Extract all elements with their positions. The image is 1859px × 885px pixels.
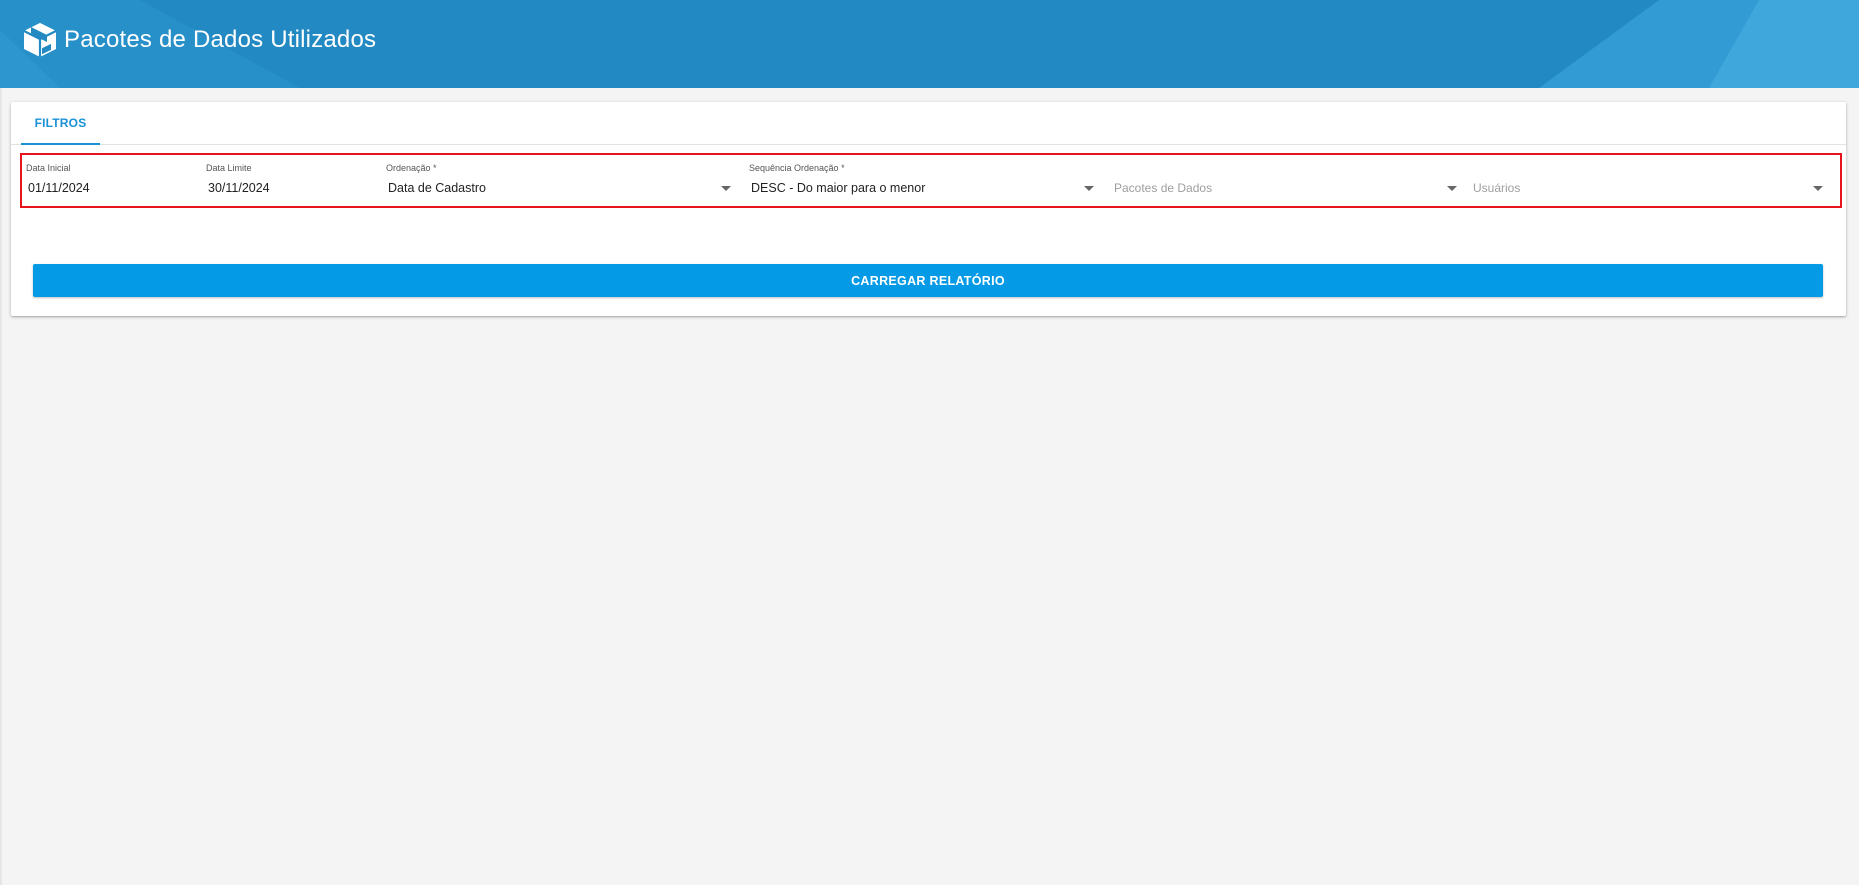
tab-filtros[interactable]: FILTROS <box>21 102 100 145</box>
tab-bar: FILTROS <box>11 102 1846 145</box>
filters-card: FILTROS Data Inicial 01/11/2024 Data Lim… <box>11 102 1846 316</box>
sequencia-ordenacao-label: Sequência Ordenação * <box>749 163 845 173</box>
usuarios-select[interactable]: Usuários <box>1469 155 1829 205</box>
ordenacao-value: Data de Cadastro <box>388 181 486 195</box>
header-decoration-right <box>1539 0 1859 88</box>
sequencia-ordenacao-select[interactable]: Sequência Ordenação * DESC - Do maior pa… <box>747 155 1100 205</box>
carregar-relatorio-button[interactable]: CARREGAR RELATÓRIO <box>33 264 1823 297</box>
data-inicial-value: 01/11/2024 <box>28 181 90 195</box>
chevron-down-icon[interactable] <box>721 186 731 191</box>
page-title: Pacotes de Dados Utilizados <box>64 26 377 53</box>
pacotes-de-dados-select[interactable]: Pacotes de Dados <box>1110 155 1463 205</box>
chevron-down-icon[interactable] <box>1084 186 1094 191</box>
chevron-down-icon[interactable] <box>1813 186 1823 191</box>
package-box-icon <box>20 20 60 60</box>
ordenacao-label: Ordenação * <box>386 163 437 173</box>
pacotes-de-dados-placeholder: Pacotes de Dados <box>1114 181 1213 195</box>
data-inicial-label: Data Inicial <box>26 163 71 173</box>
usuarios-placeholder: Usuários <box>1473 181 1521 195</box>
ordenacao-select[interactable]: Ordenação * Data de Cadastro <box>384 155 737 205</box>
data-limite-label: Data Limite <box>206 163 252 173</box>
data-limite-value: 30/11/2024 <box>208 181 270 195</box>
header-title-group: Pacotes de Dados Utilizados <box>20 20 376 60</box>
left-edge-divider <box>0 88 2 885</box>
data-limite-field[interactable]: Data Limite 30/11/2024 <box>204 155 380 205</box>
chevron-down-icon[interactable] <box>1447 186 1457 191</box>
data-inicial-field[interactable]: Data Inicial 01/11/2024 <box>24 155 200 205</box>
filters-row: Data Inicial 01/11/2024 Data Limite 30/1… <box>20 153 1842 208</box>
sequencia-ordenacao-value: DESC - Do maior para o menor <box>751 181 926 195</box>
app-header: Pacotes de Dados Utilizados <box>0 0 1859 88</box>
